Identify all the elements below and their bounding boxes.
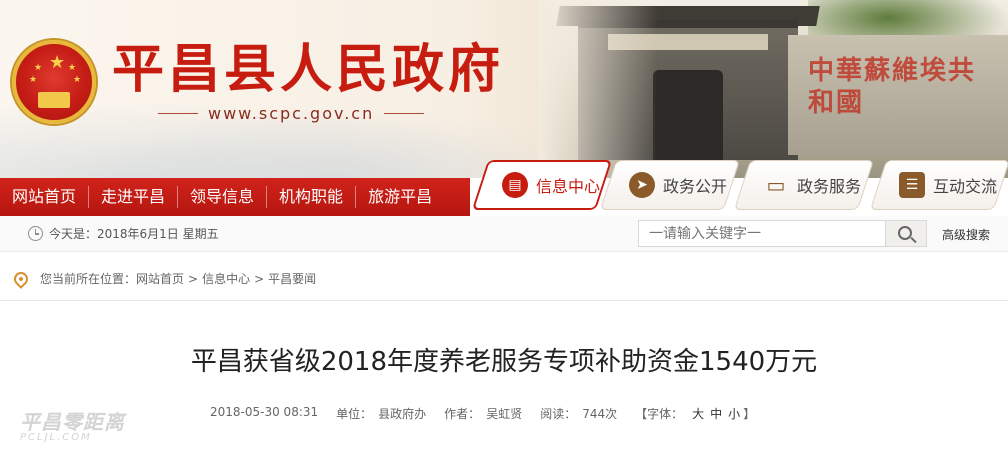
search-input[interactable] <box>638 220 886 247</box>
tab-label: 政务公开 <box>663 177 728 196</box>
chat-icon: ☰ <box>899 172 925 198</box>
date-text: 今天是：2018年6月1日 星期五 <box>49 227 219 241</box>
breadcrumb: 您当前所在位置： 网站首页 > 信息中心 > 平昌要闻 <box>11 268 316 289</box>
location-pin-icon <box>11 268 31 289</box>
unit-label: 单位： <box>336 407 373 421</box>
author-label: 作者： <box>444 407 481 421</box>
font-size-medium-button[interactable]: 中 <box>710 407 722 421</box>
search-button[interactable] <box>885 220 927 247</box>
tab-label: 信息中心 <box>536 177 601 196</box>
breadcrumb-link-home[interactable]: 网站首页 <box>136 270 184 287</box>
breadcrumb-link-info-center[interactable]: 信息中心 <box>202 270 250 287</box>
watermark-logo: 平昌零距离 PCLJL.COM <box>20 406 125 443</box>
info-bar: 今天是：2018年6月1日 星期五 高级搜索 <box>0 216 1008 252</box>
font-size-label: 【字体： <box>635 407 684 421</box>
breadcrumb-link-news[interactable]: 平昌要闻 <box>268 270 316 287</box>
national-emblem-icon[interactable]: ★ ★ ★ ★ ★ <box>12 40 96 124</box>
wall-inscription: 中華蘇維埃共和國 <box>808 56 977 118</box>
date-display: 今天是：2018年6月1日 星期五 <box>28 225 219 242</box>
breadcrumb-separator: > <box>254 271 265 286</box>
nav-item-agencies[interactable]: 机构职能 <box>267 178 355 216</box>
watermark-text: 平昌零距离 <box>20 410 125 434</box>
clock-icon <box>28 226 43 241</box>
tab-label: 政务服务 <box>797 177 862 196</box>
nav-item-tourism[interactable]: 旅游平昌 <box>356 178 444 216</box>
article-meta: 2018-05-30 08:31 单位： 县政府办 作者： 吴虹贤 阅读： 74… <box>210 405 767 422</box>
advanced-search-link[interactable]: 高级搜索 <box>942 226 990 243</box>
gate-door <box>653 70 723 160</box>
compass-icon: ➤ <box>629 172 655 198</box>
font-size-large-button[interactable]: 大 <box>692 407 704 421</box>
article-date: 2018-05-30 08:31 <box>210 405 319 419</box>
nav-item-home[interactable]: 网站首页 <box>0 178 88 216</box>
tab-info-center[interactable]: ▤ 信息中心 <box>471 160 613 210</box>
article-read-count: 744次 <box>582 407 618 421</box>
document-icon: ▤ <box>502 172 528 198</box>
search-icon <box>898 226 912 240</box>
url-right-line <box>384 113 425 114</box>
font-size-controls: 【字体： 大中小】 <box>635 405 761 422</box>
nav-item-about[interactable]: 走进平昌 <box>89 178 177 216</box>
nav-item-leaders[interactable]: 领导信息 <box>178 178 266 216</box>
article-unit: 县政府办 <box>378 407 427 421</box>
tab-gov-services[interactable]: ▭ 政务服务 <box>733 160 875 210</box>
main-nav: 网站首页 走进平昌 领导信息 机构职能 旅游平昌 <box>0 178 470 216</box>
breadcrumb-prefix: 您当前所在位置： <box>40 272 137 286</box>
monitor-icon: ▭ <box>766 173 786 197</box>
article-author: 吴虹贤 <box>486 407 523 421</box>
tab-gov-affairs[interactable]: ➤ 政务公开 <box>599 160 741 210</box>
font-size-small-button[interactable]: 小 <box>728 407 740 421</box>
site-url: www.scpc.gov.cn <box>208 104 375 123</box>
url-left-line <box>158 113 198 114</box>
font-size-close: 】 <box>743 407 756 421</box>
site-url-row: www.scpc.gov.cn <box>158 104 425 123</box>
tab-label: 互动交流 <box>933 177 998 196</box>
reads-label: 阅读： <box>540 407 577 421</box>
tab-interaction[interactable]: ☰ 互动交流 <box>869 160 1008 210</box>
section-tabs: ▤ 信息中心 ➤ 政务公开 ▭ 政务服务 ☰ 互动交流 <box>466 152 1008 218</box>
site-title[interactable]: 平昌县人民政府 <box>112 40 504 100</box>
article-title: 平昌获省级2018年度养老服务专项补助资金1540万元 <box>190 347 818 377</box>
content-divider <box>0 300 1008 301</box>
breadcrumb-separator: > <box>188 271 199 286</box>
